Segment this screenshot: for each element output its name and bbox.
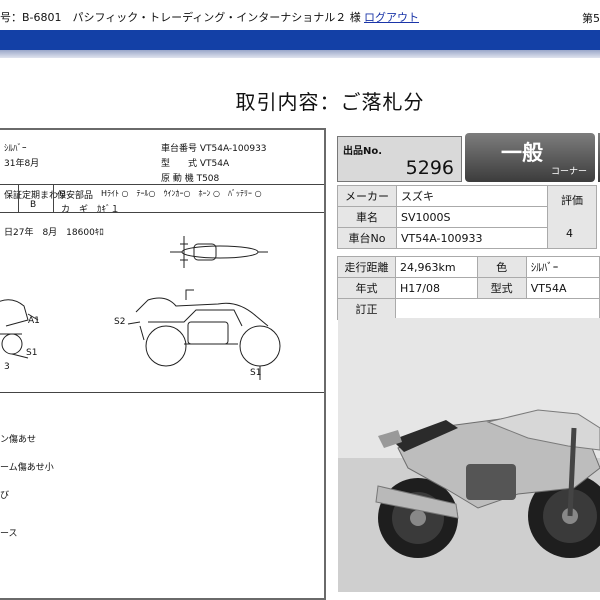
sheet-note-3: び (0, 491, 10, 501)
sheet-engine: 原 動 機 T508 (161, 174, 220, 184)
corner-badge: 一般 コーナー (465, 133, 595, 182)
table-row: 走行距離 24,963km 色 ｼﾙﾊﾞｰ (337, 256, 600, 278)
member-name: 号：B-6801 パシフィック・トレーディング・インターナショナル２ 様 (0, 11, 361, 24)
sheet-color: ｼﾙﾊﾞｰ (4, 144, 27, 154)
color-label: 色 (476, 256, 527, 278)
corner-sub-label: コーナー (551, 167, 588, 177)
name-label: 車名 (337, 206, 397, 228)
sheet-model: 型 式 VT54A (161, 159, 230, 169)
damage-label-s2: S2 (114, 317, 126, 327)
lot-label: 出品No. (343, 146, 383, 157)
damage-label-s1-left: S1 (26, 348, 38, 358)
year-value: H17/08 (394, 277, 478, 299)
frame-value: VT54A-100933 (396, 227, 548, 249)
type-label: 型式 (476, 277, 527, 299)
sheet-note-2: ーム傷あせ小 (0, 463, 54, 473)
lot-number: 5296 (405, 157, 454, 179)
color-value: ｼﾙﾊﾞｰ (525, 256, 600, 278)
logout-link[interactable]: ログアウト (364, 9, 419, 25)
mileage-label: 走行距離 (337, 256, 396, 278)
sheet-note-4: ース (0, 529, 18, 539)
bike-side-view (135, 289, 281, 367)
auction-sheet: ｼﾙﾊﾞｰ 車台番号 VT54A-100933 型 式 VT54A 31年8月 … (0, 128, 326, 600)
table-row: メーカー スズキ 評価 (337, 185, 597, 249)
sheet-divider (18, 184, 19, 212)
damage-label-3: 3 (4, 362, 10, 372)
year-label: 年式 (337, 277, 396, 299)
frame-label: 車台No (337, 227, 397, 249)
sheet-parts-row2: カ ギ ｶｷﾞ１ (61, 205, 120, 215)
sheet-divider (0, 184, 324, 185)
sheet-date: 31年8月 (4, 159, 40, 169)
maker-value: スズキ (396, 185, 548, 207)
sheet-note-1: ン傷あせ (0, 435, 37, 445)
page-title: 取引内容：ご落札分 (235, 90, 425, 114)
damage-label-s1-right: S1 (250, 368, 262, 378)
top-header: 号：B-6801 パシフィック・トレーディング・インターナショナル２ 様 ログア… (0, 0, 600, 30)
vehicle-photo[interactable] (338, 318, 600, 592)
vehicle-spec-table: 走行距離 24,963km 色 ｼﾙﾊﾞｰ 年式 H17/08 型式 VT54A… (337, 256, 600, 320)
sheet-divider (0, 392, 324, 393)
blue-nav-bar (0, 30, 600, 50)
correction-value (394, 298, 600, 320)
corner-main-label: 一般 (501, 141, 543, 165)
sheet-divider (53, 184, 54, 212)
bike-diagram (0, 236, 281, 380)
mileage-value: 24,963km (394, 256, 478, 278)
sheet-col-hokan: 保安部品 (57, 191, 94, 201)
bike-left-view (0, 299, 29, 355)
rating-value: 4 (566, 227, 573, 240)
vehicle-info-table: メーカー スズキ 評価 車名 SV1000S 車台No VT54A-100933 (337, 185, 597, 249)
sheet-divider (0, 212, 324, 213)
lot-number-box: 出品No. 5296 (337, 136, 462, 182)
maker-label: メーカー (337, 185, 397, 207)
type-value: VT54A (525, 277, 600, 299)
correction-label: 訂正 (337, 298, 396, 320)
damage-label-a1: A1 (28, 316, 40, 326)
sheet-frame-number: 車台番号 VT54A-100933 (161, 144, 267, 154)
bike-top-view (170, 236, 268, 268)
motorcycle-image (338, 318, 600, 592)
table-row: 年式 H17/08 型式 VT54A (337, 277, 600, 299)
nav-bar-shadow (0, 50, 600, 58)
sheet-grade-b: B (30, 200, 37, 210)
sheet-col-hosho: 保証 (4, 191, 23, 201)
header-right-text: 第5 (582, 12, 600, 25)
sheet-parts-row1: Hﾗｲﾄ ○ ﾃｰﾙ○ ｳｲﾝｶｰ○ ﾎｰﾝ ○ ﾊﾞｯﾃﾘｰ ○ (101, 189, 262, 198)
table-row: 訂正 (337, 298, 600, 320)
name-value: SV1000S (396, 206, 548, 228)
